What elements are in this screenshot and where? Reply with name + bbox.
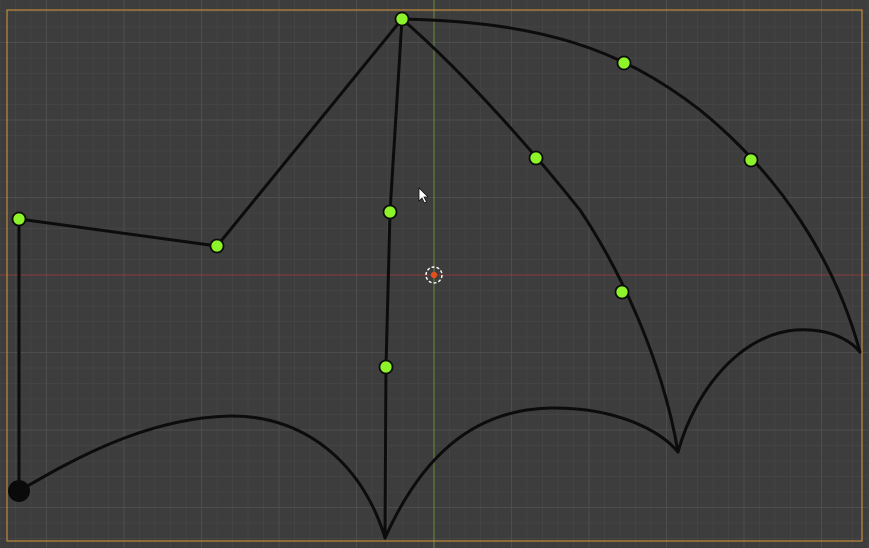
viewport-canvas[interactable] bbox=[0, 0, 869, 548]
curve-scallop-2[interactable] bbox=[383, 406, 680, 540]
mouse-pointer-icon bbox=[418, 187, 429, 204]
selected-control-point[interactable] bbox=[8, 480, 30, 502]
curve-scallop-3[interactable] bbox=[676, 328, 862, 454]
control-point[interactable] bbox=[743, 152, 759, 168]
3d-viewport[interactable] bbox=[0, 0, 869, 548]
control-point[interactable] bbox=[382, 204, 398, 220]
control-point[interactable] bbox=[209, 238, 225, 254]
control-point[interactable] bbox=[528, 150, 544, 166]
control-point[interactable] bbox=[614, 284, 630, 300]
control-point[interactable] bbox=[378, 359, 394, 375]
curve-upper-left[interactable] bbox=[17, 17, 404, 248]
bezier-curve[interactable] bbox=[17, 17, 862, 540]
curve-rib-middle[interactable] bbox=[400, 17, 680, 454]
control-point[interactable] bbox=[394, 11, 410, 27]
control-point[interactable] bbox=[11, 211, 27, 227]
control-point[interactable] bbox=[616, 55, 632, 71]
